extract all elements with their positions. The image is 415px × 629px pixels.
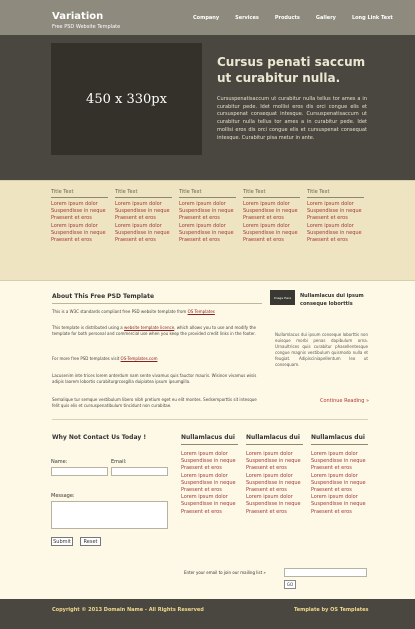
- sidebar-thumbnail: Image Here: [270, 290, 295, 305]
- email-label: Email:: [111, 459, 127, 465]
- about-text: This is a W3C standards compliant free P…: [52, 309, 188, 314]
- message-textarea[interactable]: [51, 501, 168, 529]
- about-heading: About This Free PSD Template: [52, 293, 155, 300]
- newsletter-go-button[interactable]: GO: [284, 580, 296, 589]
- name-label: Name:: [51, 459, 68, 465]
- continue-reading-link[interactable]: Continue Reading »: [320, 398, 369, 404]
- copyright-text: Copyright © 2013 Domain Name - All Right…: [52, 607, 204, 613]
- submit-button[interactable]: Submit: [51, 537, 73, 546]
- footer: [0, 599, 415, 629]
- strip-column-text: Lorem ipsum dolor Suspendisse in neque P…: [307, 201, 362, 244]
- strip-column-text: Lorem ipsum dolor Suspendisse in neque P…: [179, 201, 234, 244]
- reset-button[interactable]: Reset: [80, 537, 101, 546]
- bottom-column-text: Lorem ipsum dolor Suspendisse in neque P…: [246, 451, 301, 515]
- about-text: This template is distributed using a: [52, 325, 125, 330]
- about-paragraph: For more free PSD templates visit OS-Tem…: [52, 356, 262, 362]
- bottom-column: Nullamlacus dui Lorem ipsum dolor Suspend…: [246, 434, 303, 516]
- template-credit[interactable]: Template by OS Templates: [294, 607, 368, 613]
- newsletter-label: Enter your email to join our mailing lis…: [184, 570, 266, 575]
- strip-column-title: Title Text: [115, 189, 172, 198]
- strip-column-title: Title Text: [179, 189, 236, 198]
- strip-column: Title Text Lorem ipsum dolor Suspendisse …: [179, 189, 236, 244]
- email-input[interactable]: [111, 467, 168, 476]
- name-input[interactable]: [51, 467, 108, 476]
- bottom-column: Nullamlacus dui Lorem ipsum dolor Suspend…: [311, 434, 368, 516]
- strip-column-text: Lorem ipsum dolor Suspendisse in neque P…: [115, 201, 170, 244]
- about-paragraph: Semalique tur semque vestibulum libero n…: [52, 397, 257, 408]
- licence-link[interactable]: website template licence: [124, 325, 174, 330]
- strip-column: Title Text Lorem ipsum dolor Suspendisse …: [307, 189, 364, 244]
- about-text: For more free PSD templates visit: [52, 356, 121, 361]
- strip-column-title: Title Text: [307, 189, 364, 198]
- strip-column: Title Text Lorem ipsum dolor Suspendisse …: [243, 189, 300, 244]
- section-divider: [52, 419, 368, 420]
- strip-column-text: Lorem ipsum dolor Suspendisse in neque P…: [243, 201, 298, 244]
- site-tagline: Free PSD Website Template: [52, 24, 121, 30]
- site-logo[interactable]: Variation: [52, 11, 103, 22]
- bottom-column-text: Lorem ipsum dolor Suspendisse in neque P…: [181, 451, 236, 515]
- os-templates-link[interactable]: OS Templates: [188, 309, 215, 314]
- sidebar-heading: Nullamlacus dui ipsum conseque loborttis: [300, 293, 364, 307]
- about-paragraph: This template is distributed using a web…: [52, 325, 262, 336]
- about-divider: [52, 303, 262, 304]
- hero-title: Cursus penati saccum ut curabitur nulla.: [217, 55, 366, 85]
- nav-company[interactable]: Company: [193, 15, 219, 21]
- bottom-column-title: Nullamlacus dui: [181, 434, 238, 445]
- strip-column: Title Text Lorem ipsum dolor Suspendisse …: [115, 189, 172, 244]
- hero-image-placeholder: 450 x 330px: [51, 43, 202, 155]
- bottom-column: Nullamlacus dui Lorem ipsum dolor Suspend…: [181, 434, 238, 516]
- strip-column-title: Title Text: [243, 189, 300, 198]
- nav-gallery[interactable]: Gallery: [316, 15, 336, 21]
- bottom-column-title: Nullamlacus dui: [246, 434, 303, 445]
- strip-column-text: Lorem ipsum dolor Suspendisse in neque P…: [51, 201, 106, 244]
- about-paragraph: This is a W3C standards compliant free P…: [52, 309, 262, 315]
- contact-heading: Why Not Contact Us Today !: [52, 434, 147, 441]
- os-templates-com-link[interactable]: OS-Templates.com: [121, 356, 158, 361]
- newsletter-email-input[interactable]: [284, 568, 367, 577]
- sidebar-text: Nullamlacus dui ipsum conseque loborttis…: [275, 332, 368, 367]
- strip-column-title: Title Text: [51, 189, 108, 198]
- strip-column: Title Text Lorem ipsum dolor Suspendisse …: [51, 189, 108, 244]
- hero-text: Cursuspenatisaccum ut curabitur nulla te…: [217, 96, 367, 141]
- nav-long-link[interactable]: Long Link Text: [352, 15, 393, 21]
- main-nav: Company Services Products Gallery Long L…: [193, 15, 409, 21]
- bottom-column-text: Lorem ipsum dolor Suspendisse in neque P…: [311, 451, 366, 515]
- bottom-column-title: Nullamlacus dui: [311, 434, 368, 445]
- message-label: Message:: [51, 493, 75, 499]
- nav-products[interactable]: Products: [275, 15, 300, 21]
- about-paragraph: Lacusenim inte trices lorem anterdum nam…: [52, 373, 257, 384]
- nav-services[interactable]: Services: [235, 15, 259, 21]
